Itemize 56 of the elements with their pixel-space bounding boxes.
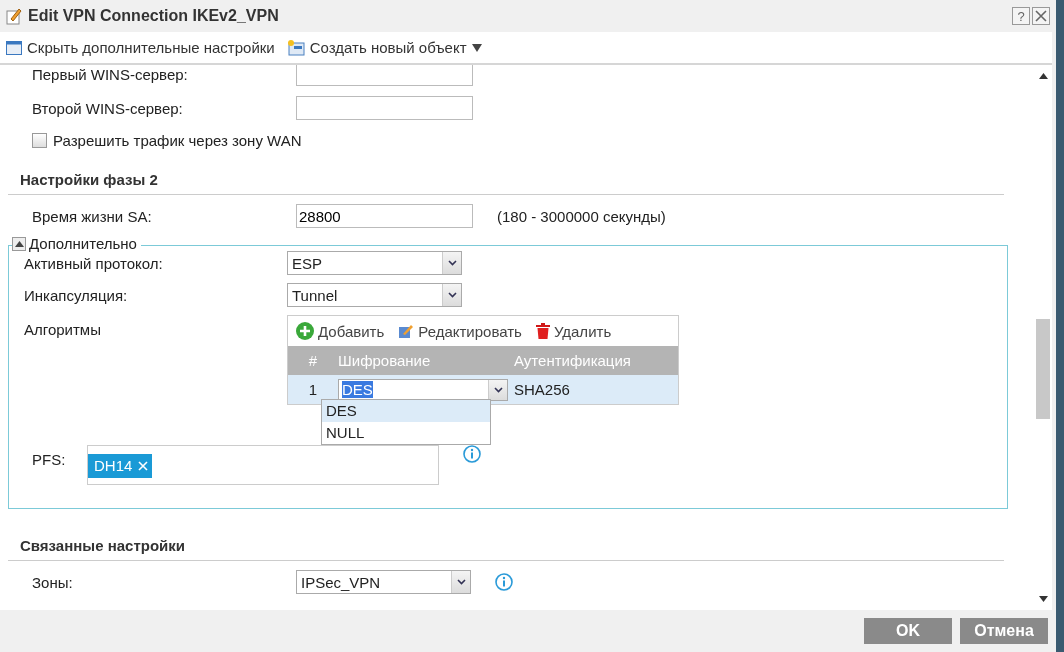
toolbar-button[interactable]: Создать новый объект: [286, 39, 482, 56]
dropdown-option[interactable]: DES: [322, 400, 490, 422]
dropdown[interactable]: Tunnel: [287, 283, 462, 307]
toolbar-button[interactable]: Скрыть дополнительные настройки: [6, 39, 275, 56]
info-icon[interactable]: [463, 445, 481, 463]
range-hint: (180 - 3000000 секунды): [497, 207, 666, 225]
input-field[interactable]: [296, 96, 473, 120]
input-field[interactable]: [296, 65, 473, 86]
checkbox[interactable]: [32, 132, 47, 148]
table-cell-text: SHA256: [513, 381, 570, 398]
caret-icon: [471, 43, 482, 52]
field-label: Первый WINS-сервер:: [31, 65, 189, 83]
column-header: Аутентификация: [513, 352, 631, 369]
help-button[interactable]: ?: [1012, 7, 1030, 25]
chevron-down-icon: [493, 386, 503, 393]
chevron-down-icon: [456, 579, 466, 585]
scroll-up-icon[interactable]: [1038, 73, 1048, 79]
column-header: #: [307, 352, 319, 369]
scrollbar-thumb[interactable]: [1036, 319, 1050, 419]
section-heading: Настройки фазы 2: [8, 165, 1004, 195]
close-button[interactable]: [1032, 7, 1050, 25]
scroll-down-icon[interactable]: [1038, 596, 1048, 602]
input-field[interactable]: 28800: [296, 204, 473, 228]
section-heading: Связанные настройки: [8, 531, 1004, 561]
dropdown-option[interactable]: NULL: [322, 422, 490, 444]
close-icon[interactable]: [138, 460, 149, 471]
field-label: Активный протокол:: [23, 254, 164, 272]
field-label: Инкапсуляция:: [23, 286, 129, 304]
collapse-toggle[interactable]: [12, 236, 26, 251]
window-icon: [6, 40, 22, 55]
table-cell-text: 1: [307, 381, 319, 398]
chevron-down-icon: [447, 260, 457, 266]
table-action-button[interactable]: Редактировать: [398, 322, 522, 340]
field-label: Время жизни SA:: [31, 207, 153, 225]
info-icon[interactable]: [495, 573, 513, 591]
dropdown[interactable]: IPSec_VPN: [296, 570, 471, 594]
plus-icon: [296, 322, 314, 340]
triangle-icon: [14, 240, 24, 247]
table-row[interactable]: 1 DES SHA256: [288, 375, 678, 404]
group-legend: Дополнительно: [29, 235, 137, 252]
pencil-note-icon: [6, 7, 22, 25]
field-label: PFS:: [31, 450, 67, 468]
window-title: Edit VPN Connection IKEv2_VPN: [28, 7, 279, 25]
table-action-button[interactable]: Удалить: [535, 322, 612, 340]
field-label: Второй WINS-сервер:: [31, 99, 184, 117]
new-object-icon: [286, 39, 305, 56]
checkbox-label: Разрешить трафик через зону WAN: [53, 131, 302, 149]
field-label: Зоны:: [31, 573, 74, 591]
dropdown[interactable]: DES: [338, 378, 508, 401]
trash-icon: [535, 323, 550, 339]
edit-icon: [398, 323, 415, 339]
dropdown[interactable]: ESP: [287, 251, 462, 275]
table-action-button[interactable]: Добавить: [296, 322, 385, 340]
column-header: Шифрование: [338, 352, 432, 369]
chevron-down-icon: [447, 292, 457, 298]
field-label: Алгоритмы: [23, 320, 102, 338]
